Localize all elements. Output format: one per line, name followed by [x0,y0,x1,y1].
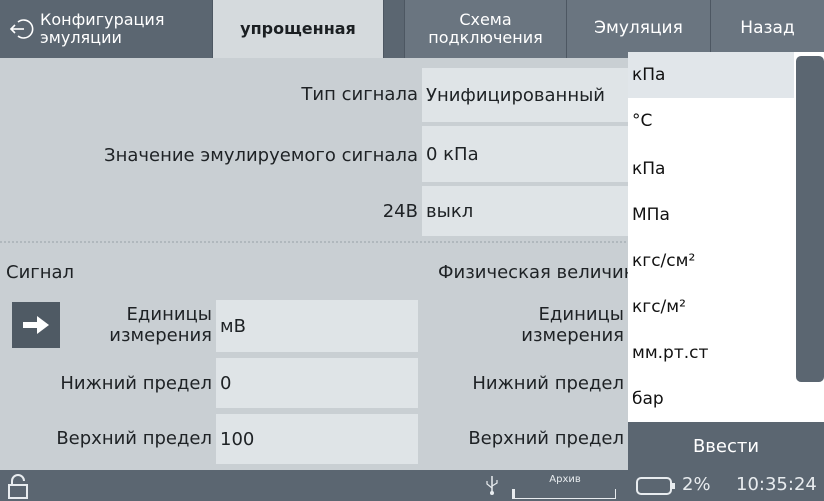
enter-button[interactable]: Ввести [628,422,824,470]
top-bar: Конфигурация эмуляции упрощенная Схема п… [0,0,824,58]
signal-lower-label: Нижний предел [60,373,212,394]
archive-label: Архив [549,474,581,485]
physical-section-title: Физическая величина [438,262,628,283]
signal-upper-label: Верхний предел [56,428,212,449]
page-title: Конфигурация эмуляции [40,10,165,47]
signal-units-label: Единицы измерения [109,304,212,346]
signal-lower-field[interactable]: 0 [216,358,418,408]
clock: 10:35:24 [736,474,817,495]
battery-percent: 2% [682,474,711,495]
tab-emulation[interactable]: Эмуляция [566,0,710,58]
dropdown-item-mmhg[interactable]: мм.рт.ст [628,330,794,376]
signal-upper-field[interactable]: 100 [216,414,418,464]
units-dropdown-list[interactable]: кПа °С кПа МПа кгс/см² кгс/м² мм.рт.ст б… [628,52,824,422]
power-24v-field[interactable]: выкл [422,186,628,236]
dropdown-item-kpa-selected[interactable]: кПа [628,52,794,98]
signal-section-title: Сигнал [6,262,75,283]
section-divider [0,241,634,243]
back-arrow-icon [9,19,34,39]
battery-icon [636,477,675,495]
physical-lower-label: Нижний предел [472,373,624,394]
dropdown-item-bar[interactable]: бар [628,376,794,422]
signal-units-field[interactable]: мВ [216,300,418,352]
dropdown-item-mpa[interactable]: МПа [628,192,794,238]
back-button[interactable]: Назад [710,0,824,58]
dropdown-item-kgf-cm2[interactable]: кгс/см² [628,238,794,284]
emulated-value-label: Значение эмулируемого сигнала [104,145,418,166]
physical-upper-label: Верхний предел [468,428,624,449]
status-bar: Архив 2% 10:35:24 [0,470,824,501]
lock-icon[interactable] [6,473,30,499]
dropdown-scrollbar[interactable] [796,56,824,382]
dropdown-item-celsius[interactable]: °С [628,98,794,144]
signal-type-field[interactable]: Унифицированный [422,68,628,122]
transfer-button[interactable] [12,302,60,348]
dropdown-item-kgf-m2[interactable]: кгс/м² [628,284,794,330]
tab-connection-scheme[interactable]: Схема подключения [404,0,566,58]
usb-icon [486,476,498,495]
signal-type-label: Тип сигнала [301,84,418,105]
physical-units-label: Единицы измерения [521,304,624,346]
back-to-config-button[interactable]: Конфигурация эмуляции [0,0,212,58]
archive-progress-bar [512,489,616,499]
tab-simplified[interactable]: упрощенная [212,0,384,58]
power-24v-label: 24В [382,201,418,222]
right-arrow-icon [23,316,49,334]
emulated-value-field[interactable]: 0 кПа [422,126,628,182]
archive-progress-fill [513,489,516,498]
dropdown-item-kpa[interactable]: кПа [628,146,794,192]
